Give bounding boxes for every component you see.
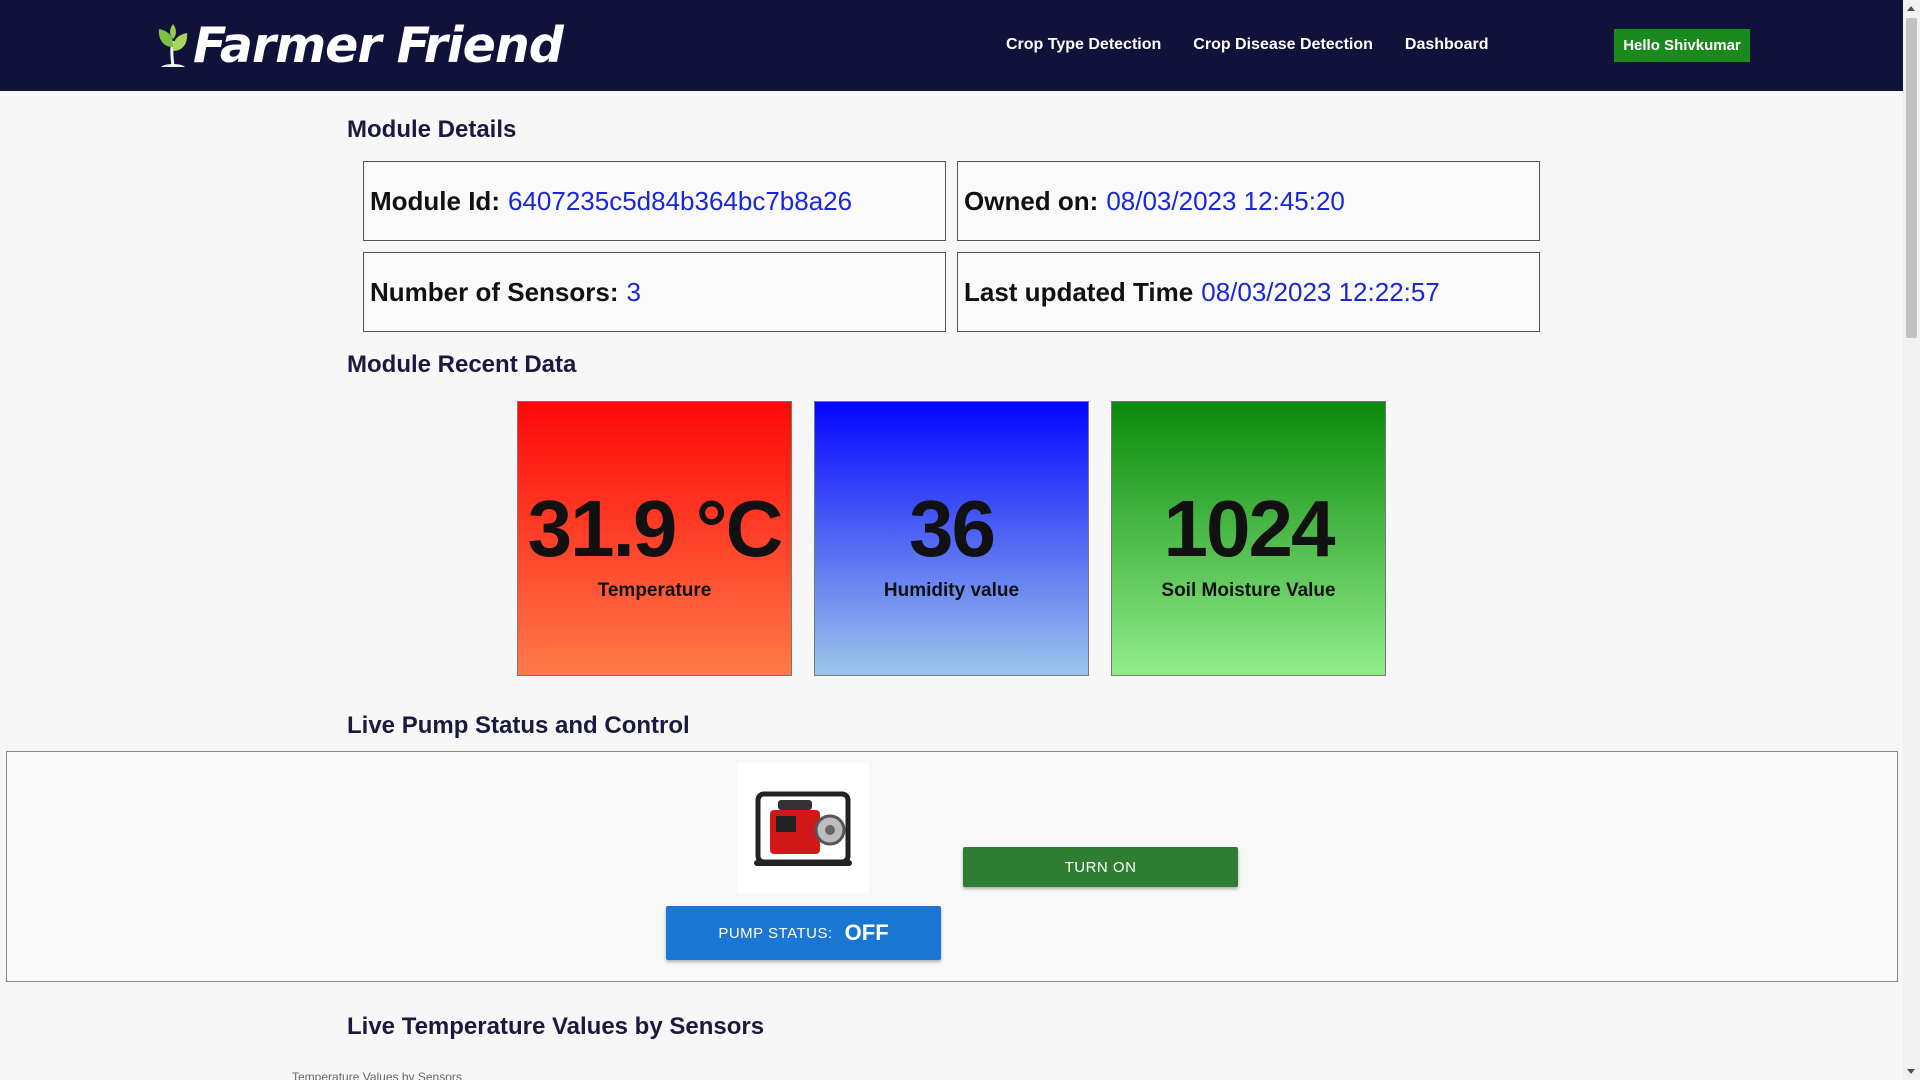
module-details-title: Module Details: [347, 116, 517, 143]
humidity-label: Humidity value: [883, 580, 1020, 601]
temperature-card: 31.9 °C Temperature: [517, 401, 792, 676]
module-id-box: Module Id: 6407235c5d84b364bc7b8a26: [363, 161, 946, 241]
nav-link-crop-type-detection[interactable]: Crop Type Detection: [1006, 36, 1161, 54]
soil-moisture-value: 1024: [1163, 484, 1336, 573]
temperature-label: Temperature: [597, 580, 712, 601]
chart-caption: Temperature Values by Sensors: [292, 1070, 462, 1080]
owned-on-box: Owned on: 08/03/2023 12:45:20: [957, 161, 1540, 241]
humidity-card: 36 Humidity value: [814, 401, 1089, 676]
soil-moisture-label: Soil Moisture Value: [1161, 580, 1336, 601]
last-updated-box: Last updated Time 08/03/2023 12:22:57: [957, 252, 1540, 332]
pump-status-label: PUMP STATUS:: [718, 924, 833, 942]
last-updated-value: 08/03/2023 12:22:57: [1201, 276, 1440, 307]
pump-status-value: OFF: [844, 920, 889, 945]
brand-name: Farmer Friend: [193, 17, 564, 74]
recent-data-title: Module Recent Data: [347, 351, 577, 378]
module-id-value: 6407235c5d84b364bc7b8a26: [507, 185, 853, 216]
scrollbar-thumb[interactable]: [1906, 18, 1917, 338]
scroll-up-arrow-icon[interactable]: [1907, 6, 1915, 11]
top-navbar: Farmer Friend Crop Type Detection Crop D…: [0, 0, 1903, 91]
nav-link-dashboard[interactable]: Dashboard: [1405, 36, 1489, 54]
user-greeting-button[interactable]: Hello Shivkumar: [1614, 29, 1750, 62]
nav-links: Crop Type Detection Crop Disease Detecti…: [1006, 36, 1520, 54]
pump-status-button[interactable]: PUMP STATUS: OFF: [666, 906, 941, 960]
brand-logo[interactable]: Farmer Friend: [155, 17, 564, 74]
owned-on-value: 08/03/2023 12:45:20: [1106, 185, 1345, 216]
scroll-down-arrow-icon[interactable]: [1907, 1069, 1915, 1074]
module-id-label: Module Id:: [370, 185, 500, 216]
sensors-count-box: Number of Sensors: 3: [363, 252, 946, 332]
water-pump-image: [737, 763, 869, 893]
pump-control-panel: [6, 751, 1898, 982]
water-pump-icon: [754, 791, 852, 866]
nav-link-crop-disease-detection[interactable]: Crop Disease Detection: [1193, 36, 1373, 54]
pump-section-title: Live Pump Status and Control: [347, 712, 690, 739]
sensors-count-label: Number of Sensors:: [370, 276, 619, 307]
temperature-section-title: Live Temperature Values by Sensors: [347, 1013, 765, 1040]
humidity-value: 36: [909, 484, 996, 573]
soil-moisture-card: 1024 Soil Moisture Value: [1111, 401, 1386, 676]
temperature-value: 31.9 °C: [527, 484, 784, 573]
owned-on-label: Owned on:: [964, 185, 1099, 216]
leaf-icon: [158, 24, 188, 68]
turn-on-pump-button[interactable]: TURN ON: [963, 847, 1238, 887]
last-updated-label: Last updated Time: [964, 276, 1194, 307]
vertical-scrollbar[interactable]: [1903, 0, 1920, 1080]
sensors-count-value: 3: [626, 276, 641, 307]
